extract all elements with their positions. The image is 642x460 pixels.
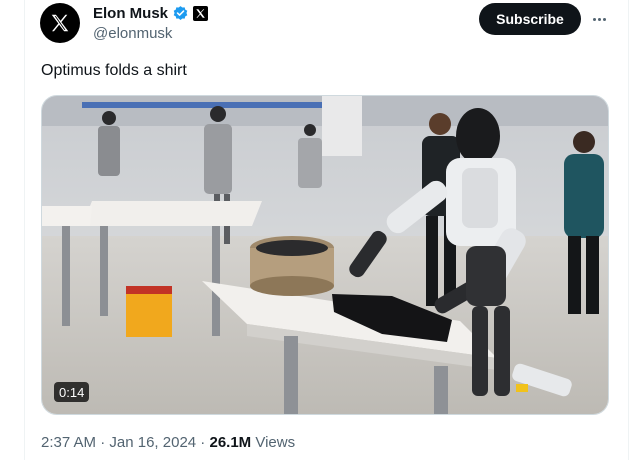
- verified-badge-icon: [173, 6, 188, 20]
- tweet-text: Optimus folds a shirt: [41, 62, 187, 79]
- author-handle[interactable]: @elonmusk: [93, 25, 172, 42]
- author-display-name[interactable]: Elon Musk: [93, 5, 168, 22]
- video-duration: 0:14: [54, 382, 90, 402]
- tweet-meta: 2:37 AM · Jan 16, 2024 · 26.1M Views: [41, 434, 295, 451]
- x-affiliation-icon[interactable]: [193, 6, 209, 21]
- views-count[interactable]: 26.1M: [209, 434, 251, 451]
- subscribe-button[interactable]: Subscribe: [479, 3, 581, 35]
- more-options-icon[interactable]: [588, 10, 610, 28]
- tweet-time[interactable]: 2:37 AM: [41, 434, 96, 451]
- meta-separator: ·: [196, 434, 210, 451]
- tweet-date[interactable]: Jan 16, 2024: [109, 434, 196, 451]
- video-player[interactable]: [41, 95, 609, 415]
- meta-separator: ·: [96, 434, 110, 451]
- avatar[interactable]: [40, 3, 80, 43]
- video-frame-image: [42, 96, 608, 414]
- author-name-row[interactable]: Elon Musk: [93, 5, 209, 22]
- x-logo-icon: [51, 14, 69, 32]
- views-label: Views: [251, 434, 296, 451]
